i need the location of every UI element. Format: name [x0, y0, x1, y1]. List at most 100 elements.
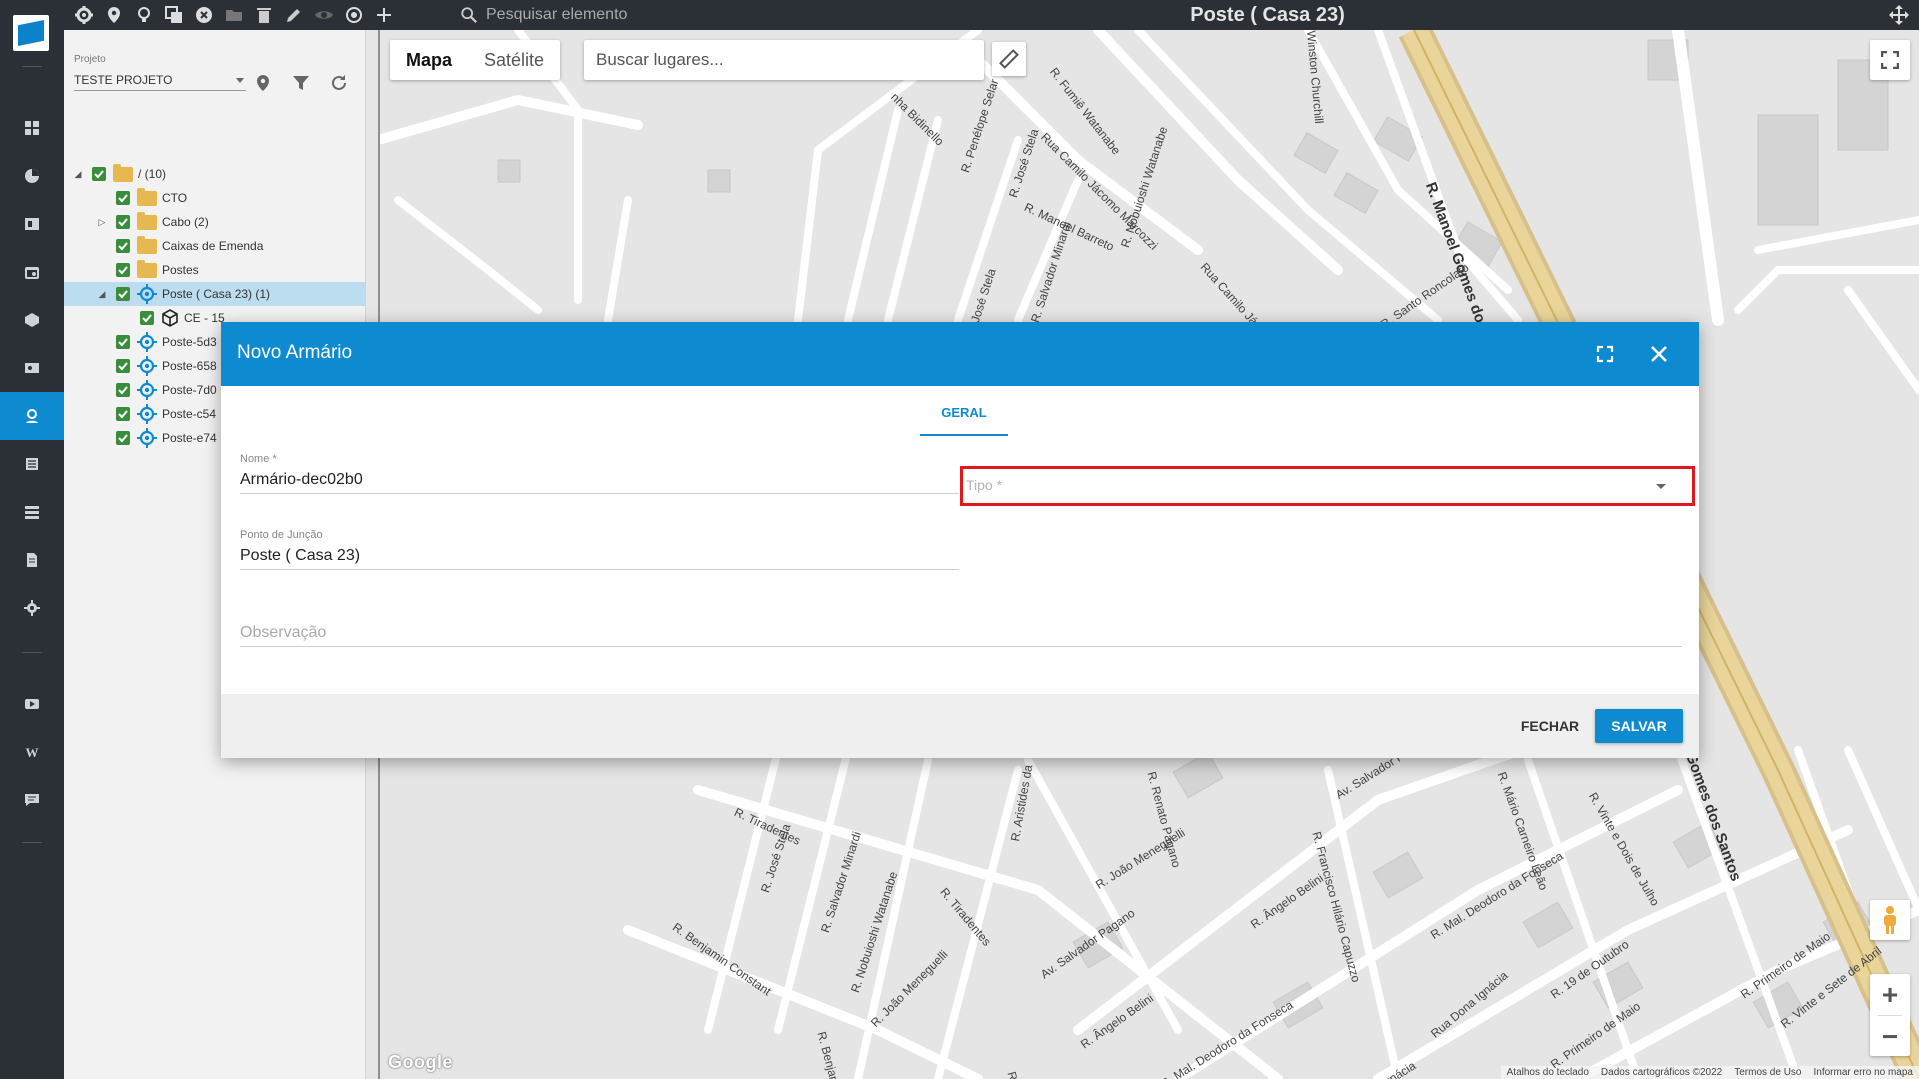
nav-documents[interactable]	[0, 536, 64, 584]
tree-item-label: Poste-c54	[162, 407, 217, 421]
gear-icon[interactable]	[72, 3, 96, 27]
juncao-field: Ponto de Junção Poste ( Casa 23)	[240, 529, 959, 570]
chevron-down-icon	[236, 78, 244, 83]
tab-geral[interactable]: GERAL	[920, 402, 1008, 436]
tree-item-label: CTO	[162, 191, 188, 205]
nav-settings[interactable]	[0, 584, 64, 632]
nav-servers[interactable]	[0, 488, 64, 536]
nav-board[interactable]	[0, 200, 64, 248]
zoom-out-button[interactable]: −	[1870, 1016, 1910, 1057]
chat-icon	[25, 794, 39, 806]
map-type-mapa-button[interactable]: Mapa	[390, 40, 468, 80]
list-icon	[26, 458, 38, 470]
place-search-input[interactable]	[584, 40, 978, 80]
nav-chat[interactable]	[0, 776, 64, 824]
tree-checkbox[interactable]	[116, 431, 130, 445]
top-toolbar: Poste ( Casa 23)	[0, 0, 1919, 30]
map-pin-icon[interactable]	[102, 3, 126, 27]
element-search-input[interactable]	[484, 5, 728, 25]
pencil-icon[interactable]	[282, 3, 306, 27]
nav-video[interactable]	[0, 680, 64, 728]
dialog-expand-button[interactable]	[1595, 344, 1615, 364]
tree-checkbox[interactable]	[116, 287, 130, 301]
project-select[interactable]: TESTE PROJETO	[74, 70, 246, 91]
tree-checkbox[interactable]	[116, 263, 130, 277]
observacao-field: Observação	[240, 620, 1682, 647]
measure-button[interactable]	[992, 42, 1026, 76]
tree-checkbox[interactable]	[116, 407, 130, 421]
tree-item-label: / (10)	[138, 167, 167, 181]
map-type-satelite-button[interactable]: Satélite	[468, 40, 560, 80]
pole-target-icon	[137, 332, 157, 352]
tree-item[interactable]: ◢ / (10)	[64, 162, 365, 186]
tree-checkbox[interactable]	[116, 383, 130, 397]
observacao-input[interactable]: Observação	[240, 620, 1682, 647]
copy-icon[interactable]	[162, 3, 186, 27]
tipo-select[interactable]: Tipo *	[960, 466, 1695, 506]
fullscreen-button[interactable]	[1870, 40, 1910, 80]
caret-down-icon[interactable]: ◢	[72, 168, 84, 180]
nav-dashboard[interactable]	[0, 104, 64, 152]
nav-clients[interactable]	[0, 344, 64, 392]
tree-checkbox[interactable]	[116, 335, 130, 349]
save-button[interactable]: SALVAR	[1595, 709, 1683, 743]
pole-target-icon	[137, 428, 157, 448]
close-button[interactable]: FECHAR	[1505, 709, 1595, 743]
wiki-icon: W	[26, 745, 39, 760]
cancel-circle-icon[interactable]	[192, 3, 216, 27]
caret-right-icon[interactable]: ▷	[96, 216, 108, 228]
nome-input[interactable]: Armário-dec02b0	[240, 467, 959, 494]
zoom-in-button[interactable]: +	[1870, 974, 1910, 1015]
tree-checkbox[interactable]	[116, 191, 130, 205]
nav-list[interactable]	[0, 440, 64, 488]
dialog-footer: FECHAR SALVAR	[221, 694, 1699, 758]
tree-checkbox[interactable]	[140, 311, 154, 325]
tree-checkbox[interactable]	[116, 215, 130, 229]
main-nav: W	[0, 30, 64, 1079]
pegman-icon	[1884, 906, 1896, 934]
tree-item[interactable]: ◢ Poste ( Casa 23) (1)	[64, 282, 365, 306]
app-logo[interactable]	[13, 15, 49, 51]
dialog-close-button[interactable]	[1647, 342, 1671, 366]
tree-item[interactable]: ▷ Cabo (2)	[64, 210, 365, 234]
pole-target-icon	[137, 356, 157, 376]
plus-icon[interactable]	[372, 3, 396, 27]
nav-wiki[interactable]: W	[0, 728, 64, 776]
nav-inventory[interactable]	[0, 296, 64, 344]
street-view-button[interactable]	[1870, 900, 1910, 940]
folder-icon	[113, 163, 133, 182]
target-icon[interactable]	[342, 3, 366, 27]
tipo-placeholder: Tipo *	[966, 477, 1003, 493]
filter-button[interactable]	[288, 70, 314, 96]
locate-button[interactable]	[250, 70, 276, 96]
eye-icon[interactable]	[312, 3, 336, 27]
trash-icon[interactable]	[252, 3, 276, 27]
tree-checkbox[interactable]	[116, 359, 130, 373]
juncao-input[interactable]: Poste ( Casa 23)	[240, 543, 959, 570]
folder-icon[interactable]	[222, 3, 246, 27]
tree-checkbox[interactable]	[116, 239, 130, 253]
video-icon	[25, 699, 39, 709]
lightbulb-icon[interactable]	[132, 3, 156, 27]
caret-down-icon[interactable]: ◢	[96, 288, 108, 300]
map-attribution: Atalhos do teclado Dados cartográficos ©…	[1500, 1066, 1919, 1079]
nav-map[interactable]	[0, 392, 64, 440]
tree-checkbox[interactable]	[92, 167, 106, 181]
tree-item-label: CE - 15	[184, 311, 225, 325]
refresh-button[interactable]	[326, 70, 352, 96]
attribution-terms-link[interactable]: Termos de Uso	[1734, 1067, 1801, 1078]
attribution-report-link[interactable]: Informar erro no mapa	[1814, 1067, 1914, 1078]
nav-calendar[interactable]	[0, 248, 64, 296]
attribution-shortcuts-link[interactable]: Atalhos do teclado	[1507, 1067, 1589, 1078]
project-select-value: TESTE PROJETO	[74, 73, 173, 87]
tree-item[interactable]: CTO	[64, 186, 365, 210]
nav-reports[interactable]	[0, 152, 64, 200]
dialog-title: Novo Armário	[237, 342, 353, 363]
juncao-label: Ponto de Junção	[240, 529, 323, 541]
move-arrows-icon[interactable]	[1887, 3, 1911, 27]
map-person-icon	[26, 409, 38, 423]
tree-item[interactable]: Caixas de Emenda	[64, 234, 365, 258]
tree-item[interactable]: Postes	[64, 258, 365, 282]
